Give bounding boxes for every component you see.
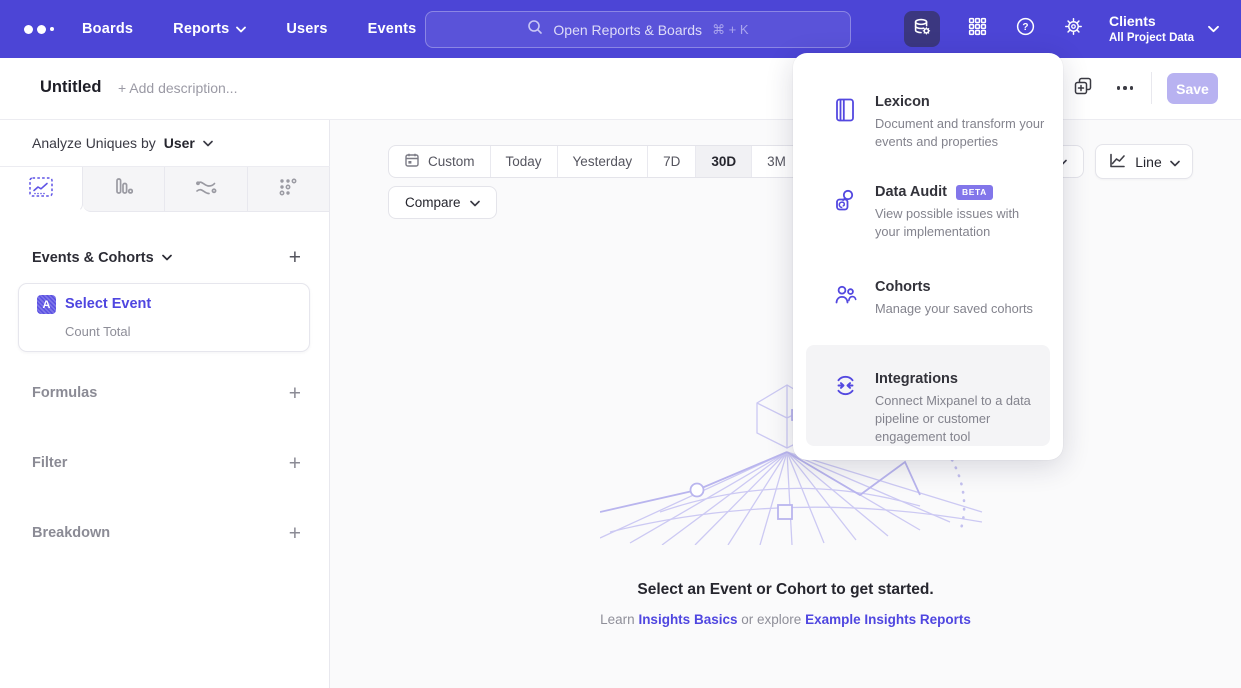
chevron-down-icon [162, 254, 172, 261]
chevron-down-icon [470, 195, 480, 210]
event-letter-badge: A [37, 295, 56, 314]
line-style-icon [1108, 152, 1127, 172]
nav-events[interactable]: Events [368, 21, 417, 37]
empty-state-title: Select an Event or Cohort to get started… [330, 581, 1241, 599]
empty-state-subtitle: Learn Insights Basics or explore Example… [330, 612, 1241, 627]
search-placeholder: Open Reports & Boards [553, 22, 702, 38]
bar-chart-icon [111, 175, 135, 204]
data-audit-icon [833, 187, 857, 218]
add-filter-button[interactable]: + [289, 453, 301, 474]
line-chart-icon [28, 176, 54, 203]
search-icon [527, 19, 543, 40]
lexicon-icon [833, 97, 857, 128]
gear-icon [1063, 16, 1084, 42]
date-range-7d[interactable]: 7D [648, 146, 696, 177]
search-shortcut: ⌘ + K [712, 22, 749, 38]
chevron-down-icon [236, 26, 246, 33]
analyze-label: Analyze Uniques by [32, 135, 156, 151]
tab-retention[interactable] [248, 167, 330, 212]
add-formula-button[interactable]: + [289, 383, 301, 404]
divider [1151, 72, 1152, 104]
analyze-value: User [164, 135, 195, 151]
formulas-header: Formulas [32, 385, 97, 401]
select-event-label[interactable]: Select Event [65, 296, 151, 312]
svg-text:?: ? [1022, 22, 1028, 33]
help-button[interactable]: ? [1007, 11, 1043, 47]
cohorts-icon [833, 282, 858, 312]
chevron-down-icon [1170, 154, 1180, 170]
data-management-button[interactable] [904, 11, 940, 47]
data-management-menu: Lexicon Document and transform your even… [793, 53, 1063, 460]
menu-item-data-audit[interactable]: Data AuditBETA View possible issues with… [806, 184, 1050, 276]
nav-users[interactable]: Users [286, 21, 327, 37]
breakdown-header: Breakdown [32, 525, 110, 541]
beta-badge: BETA [956, 185, 993, 200]
tab-flow[interactable] [165, 167, 248, 212]
chevron-down-icon [1208, 20, 1219, 38]
tab-insights-line[interactable] [0, 167, 83, 212]
project-selector[interactable]: Clients All Project Data [1109, 12, 1219, 45]
filter-header: Filter [32, 455, 67, 471]
question-circle-icon: ? [1015, 16, 1036, 42]
query-sidebar: Analyze Uniques by User Events & Cohorts… [0, 120, 330, 688]
date-range-today[interactable]: Today [491, 146, 558, 177]
event-card[interactable]: A Select Event Count Total [18, 283, 310, 352]
database-gear-icon [911, 16, 933, 43]
menu-item-integrations[interactable]: Integrations Connect Mixpanel to a data … [806, 345, 1050, 446]
integrations-icon [833, 373, 858, 403]
menu-item-lexicon[interactable]: Lexicon Document and transform your even… [806, 94, 1050, 180]
settings-button[interactable] [1055, 11, 1091, 47]
grid-icon [967, 16, 988, 42]
insights-basics-link[interactable]: Insights Basics [638, 612, 737, 627]
example-insights-reports-link[interactable]: Example Insights Reports [805, 612, 971, 627]
project-selector-title: Clients [1109, 12, 1194, 30]
mixpanel-logo-icon[interactable] [24, 25, 60, 34]
report-title[interactable]: Untitled [40, 78, 101, 97]
date-range-custom[interactable]: Custom [389, 146, 491, 177]
duplicate-button[interactable] [1070, 75, 1096, 101]
nav-reports[interactable]: Reports [173, 21, 246, 37]
events-cohorts-header[interactable]: Events & Cohorts [32, 250, 154, 266]
date-range-yesterday[interactable]: Yesterday [558, 146, 649, 177]
chevron-down-icon [203, 140, 213, 147]
copy-icon [1073, 76, 1093, 101]
save-button[interactable]: Save [1167, 73, 1218, 104]
menu-item-cohorts[interactable]: Cohorts Manage your saved cohorts [806, 279, 1050, 339]
date-range-30d[interactable]: 30D [696, 146, 752, 177]
flow-icon [193, 176, 219, 203]
top-nav: Boards Reports Users Events Open Reports… [0, 0, 1241, 58]
chart-canvas: Custom Today Yesterday 7D 30D 3M 6M Comp… [330, 120, 1241, 688]
project-selector-subtitle: All Project Data [1109, 31, 1194, 46]
nav-boards[interactable]: Boards [82, 21, 133, 37]
add-breakdown-button[interactable]: + [289, 523, 301, 544]
chart-style-selector[interactable]: Line [1095, 144, 1193, 179]
search-input[interactable]: Open Reports & Boards ⌘ + K [425, 11, 851, 48]
apps-grid-button[interactable] [959, 11, 995, 47]
more-options-button[interactable] [1110, 75, 1140, 101]
count-total-label[interactable]: Count Total [65, 324, 131, 339]
analyze-uniques-selector[interactable]: Analyze Uniques by User [0, 120, 330, 167]
tab-bar-chart[interactable] [83, 167, 166, 212]
add-event-button[interactable]: + [289, 247, 301, 268]
compare-button[interactable]: Compare [388, 186, 497, 219]
add-description-field[interactable]: + Add description... [118, 80, 237, 96]
calendar-icon [404, 152, 420, 171]
dot-grid-icon [277, 176, 299, 203]
chart-type-tabs [0, 167, 329, 212]
